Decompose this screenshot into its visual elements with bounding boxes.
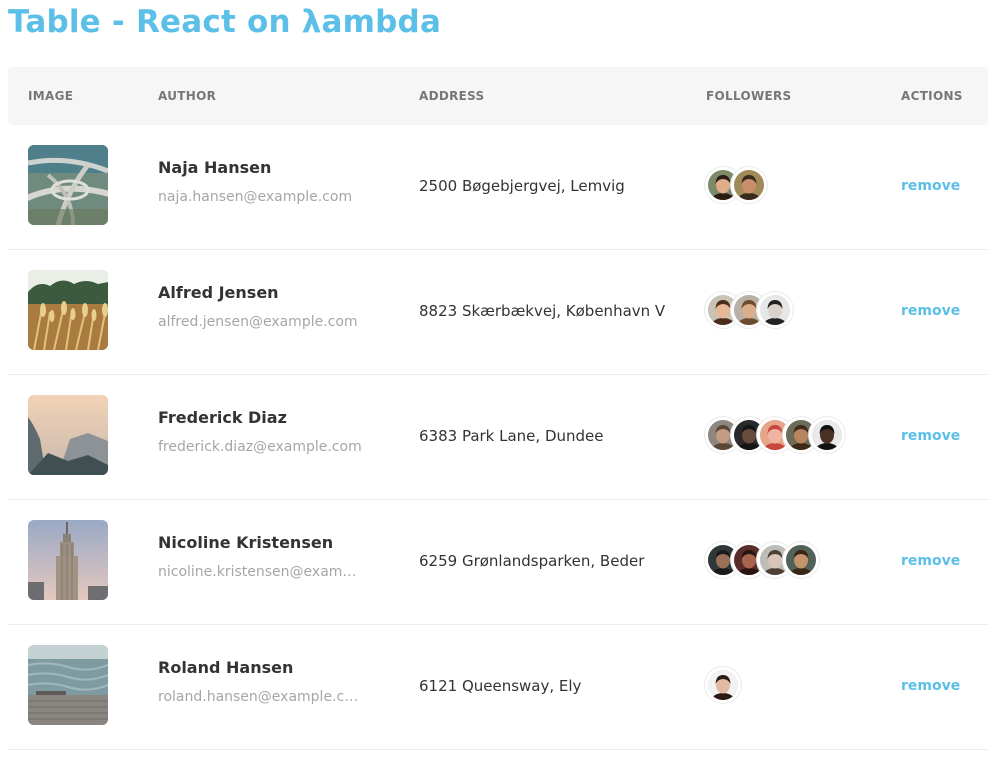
remove-button[interactable]: remove <box>901 178 960 194</box>
table-header: IMAGE AUTHOR ADDRESS FOLLOWERS ACTIONS <box>8 67 988 125</box>
follower-avatar[interactable] <box>757 292 793 328</box>
address: 6121 Queensway, Ely <box>419 677 582 695</box>
address: 8823 Skærbækvej, København V <box>419 302 666 320</box>
author-email: alfred.jensen@example.com <box>158 314 358 330</box>
page-title: Table - React on λambda <box>8 4 442 40</box>
table-row: Naja Hansen naja.hansen@example.com 2500… <box>8 125 988 250</box>
table-row: Roland Hansen roland.hansen@example.com … <box>8 625 988 750</box>
author-email: nicoline.kristensen@example.com <box>158 564 363 580</box>
follower-avatar[interactable] <box>809 417 845 453</box>
remove-button[interactable]: remove <box>901 303 960 319</box>
address: 6383 Park Lane, Dundee <box>419 427 604 445</box>
follower-avatar[interactable] <box>731 167 767 203</box>
author-name: Nicoline Kristensen <box>158 533 334 552</box>
table-row: Nicoline Kristensen nicoline.kristensen@… <box>8 500 988 625</box>
authors-table: IMAGE AUTHOR ADDRESS FOLLOWERS ACTIONS N… <box>8 67 988 750</box>
author-name: Roland Hansen <box>158 658 294 677</box>
author-email: frederick.diaz@example.com <box>158 439 362 455</box>
column-header-actions: ACTIONS <box>901 89 963 103</box>
column-header-address: ADDRESS <box>419 89 485 103</box>
address: 2500 Bøgebjergvej, Lemvig <box>419 177 625 195</box>
remove-button[interactable]: remove <box>901 553 960 569</box>
address: 6259 Grønlandsparken, Beder <box>419 552 645 570</box>
pier-sea-image <box>28 645 108 725</box>
follower-avatar[interactable] <box>783 542 819 578</box>
column-header-image: IMAGE <box>28 89 74 103</box>
highway-interchange-image <box>28 145 108 225</box>
remove-button[interactable]: remove <box>901 428 960 444</box>
table-row: Alfred Jensen alfred.jensen@example.com … <box>8 250 988 375</box>
author-name: Naja Hansen <box>158 158 272 177</box>
author-name: Alfred Jensen <box>158 283 279 302</box>
column-header-author: AUTHOR <box>158 89 217 103</box>
remove-button[interactable]: remove <box>901 678 960 694</box>
follower-avatar[interactable] <box>705 667 741 703</box>
author-email: naja.hansen@example.com <box>158 189 353 205</box>
mountain-valley-image <box>28 395 108 475</box>
table-row: Frederick Diaz frederick.diaz@example.co… <box>8 375 988 500</box>
wheat-field-image <box>28 270 108 350</box>
author-name: Frederick Diaz <box>158 408 287 427</box>
column-header-followers: FOLLOWERS <box>706 89 792 103</box>
skyscraper-image <box>28 520 108 600</box>
author-email: roland.hansen@example.com <box>158 689 363 705</box>
